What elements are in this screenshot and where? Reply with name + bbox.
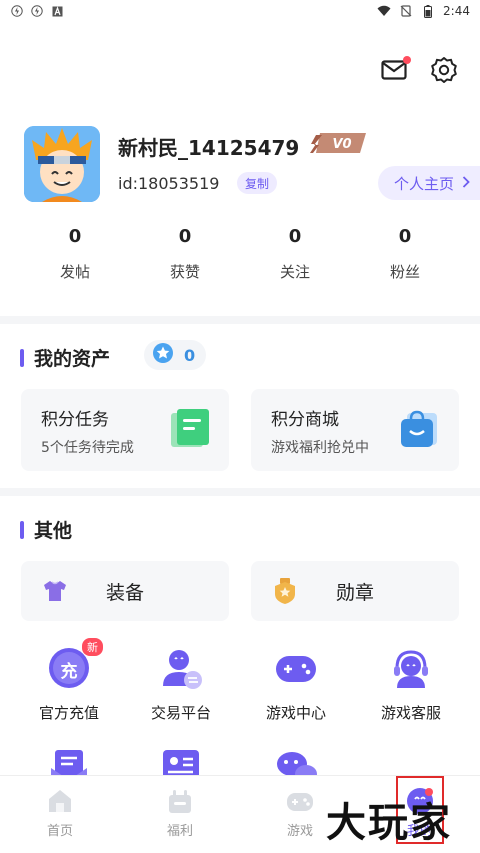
other-title: 其他 bbox=[20, 516, 72, 543]
username: 新村民_14125479 bbox=[118, 136, 300, 160]
notification-dot bbox=[403, 56, 411, 64]
card-subtitle: 5个任务待完成 bbox=[41, 440, 134, 456]
tab-label: 福利 bbox=[166, 824, 193, 839]
copy-button[interactable]: 复制 bbox=[237, 172, 278, 194]
chat-bubble-icon bbox=[274, 748, 318, 776]
new-badge: 新 bbox=[82, 638, 103, 656]
coin-balance[interactable]: 0 bbox=[144, 340, 206, 370]
more-item[interactable] bbox=[14, 748, 124, 776]
game-icon bbox=[285, 786, 315, 816]
mail-button[interactable] bbox=[380, 56, 411, 86]
medal-icon bbox=[271, 577, 299, 605]
chevron-right-icon bbox=[462, 174, 470, 192]
grid-label: 游戏中心 bbox=[265, 704, 326, 722]
trade-icon bbox=[159, 646, 203, 690]
task-icon bbox=[169, 409, 211, 449]
flash-icon bbox=[30, 4, 44, 18]
stat-label: 关注 bbox=[279, 263, 310, 281]
more-item[interactable] bbox=[126, 748, 236, 776]
grid-label: 官方充值 bbox=[38, 704, 99, 722]
grid-label: 交易平台 bbox=[150, 704, 211, 722]
recharge-glyph: 充 bbox=[60, 662, 78, 682]
more-item[interactable] bbox=[241, 748, 351, 776]
gamepad-icon bbox=[274, 646, 318, 690]
card-title: 积分任务 bbox=[41, 410, 109, 430]
headset-icon bbox=[389, 646, 433, 690]
tshirt-icon bbox=[41, 577, 69, 605]
coin-value: 0 bbox=[184, 345, 196, 365]
flash-icon bbox=[10, 4, 24, 18]
no-sim-icon bbox=[399, 4, 413, 18]
stat-label: 粉丝 bbox=[389, 263, 420, 281]
stat-likes[interactable]: 0 获赞 bbox=[130, 226, 240, 282]
recharge-icon: 充 新 bbox=[47, 638, 103, 690]
card-title: 积分商城 bbox=[271, 410, 339, 430]
stat-label: 发帖 bbox=[59, 263, 90, 281]
mail-list-icon bbox=[47, 748, 91, 776]
profile-card: 新村民_14125479 V0 id:18053519 复制 个人主页 0 发帖… bbox=[0, 22, 480, 316]
tab-label: 首页 bbox=[46, 824, 73, 839]
vip-badge: V0 bbox=[310, 133, 366, 153]
other-title-text: 其他 bbox=[34, 520, 73, 542]
tab-home[interactable]: 首页 bbox=[0, 776, 120, 853]
gift-icon bbox=[165, 786, 195, 816]
trade-platform-button[interactable]: 交易平台 bbox=[126, 646, 236, 723]
stat-posts[interactable]: 0 发帖 bbox=[20, 226, 130, 282]
avatar[interactable] bbox=[24, 126, 100, 202]
points-task-card[interactable]: 积分任务 5个任务待完成 bbox=[21, 389, 229, 471]
watermark: 大玩家 bbox=[326, 799, 452, 846]
medal-button[interactable]: 勋章 bbox=[251, 561, 459, 621]
card-subtitle: 游戏福利抢兑中 bbox=[271, 440, 369, 456]
mail-icon bbox=[381, 59, 407, 85]
personal-home-label: 个人主页 bbox=[394, 174, 455, 193]
other-section: 其他 装备 勋章 充 新 官方充值 交易平台 游戏中心 游戏客服 bbox=[0, 496, 480, 780]
points-shop-card[interactable]: 积分商城 游戏福利抢兑中 bbox=[251, 389, 459, 471]
title-accent-bar bbox=[20, 348, 24, 367]
id-card-icon bbox=[159, 748, 203, 776]
stat-value: 0 bbox=[288, 226, 302, 247]
stat-value: 0 bbox=[178, 226, 192, 247]
shop-bag-icon bbox=[399, 409, 441, 449]
a-icon bbox=[50, 4, 64, 18]
stat-following[interactable]: 0 关注 bbox=[240, 226, 350, 282]
personal-home-button[interactable]: 个人主页 bbox=[378, 166, 480, 200]
stat-value: 0 bbox=[398, 226, 412, 247]
assets-title: 我的资产 bbox=[20, 344, 110, 371]
tab-welfare[interactable]: 福利 bbox=[120, 776, 240, 853]
title-accent-bar bbox=[20, 520, 24, 539]
settings-icon bbox=[430, 56, 458, 88]
user-id: id:18053519 bbox=[118, 174, 220, 193]
assets-section: 我的资产 0 积分任务 5个任务待完成 积分商城 游戏福利抢兑中 bbox=[0, 324, 480, 488]
battery-icon bbox=[421, 4, 435, 18]
grid-label: 游戏客服 bbox=[380, 704, 441, 722]
stats-row: 0 发帖 0 获赞 0 关注 0 粉丝 bbox=[0, 226, 480, 282]
clock: 2:44 bbox=[443, 4, 470, 18]
game-support-button[interactable]: 游戏客服 bbox=[356, 646, 466, 723]
star-coin-icon bbox=[152, 342, 174, 368]
stat-fans[interactable]: 0 粉丝 bbox=[350, 226, 460, 282]
home-icon bbox=[45, 786, 75, 816]
vip-label: V0 bbox=[332, 137, 351, 152]
game-center-button[interactable]: 游戏中心 bbox=[241, 646, 351, 723]
official-recharge-button[interactable]: 充 新 官方充值 bbox=[14, 638, 124, 723]
status-bar: 2:44 bbox=[0, 0, 480, 22]
stat-label: 获赞 bbox=[169, 263, 200, 281]
settings-button[interactable] bbox=[430, 56, 458, 88]
equipment-button[interactable]: 装备 bbox=[21, 561, 229, 621]
stat-value: 0 bbox=[68, 226, 82, 247]
wifi-icon bbox=[377, 4, 391, 18]
assets-title-text: 我的资产 bbox=[34, 348, 111, 370]
